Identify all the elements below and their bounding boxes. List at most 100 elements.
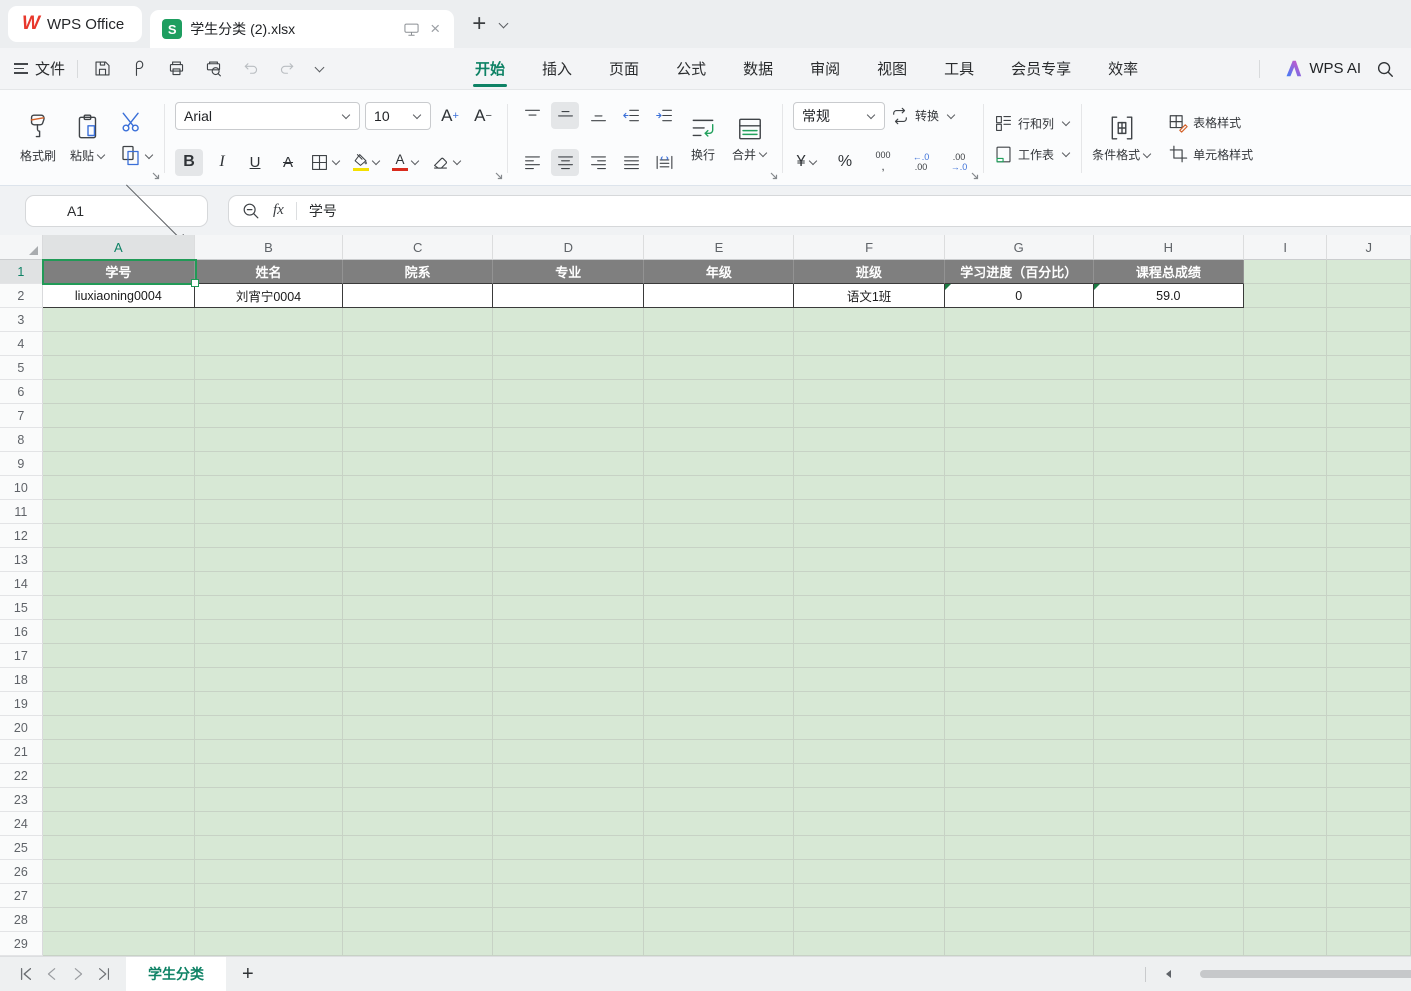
cell-C14[interactable] <box>343 572 493 596</box>
cell-B22[interactable] <box>195 764 343 788</box>
cut-button[interactable] <box>120 110 154 134</box>
cell-E2[interactable] <box>644 284 794 308</box>
cell-A27[interactable] <box>43 884 195 908</box>
cell-B27[interactable] <box>195 884 343 908</box>
column-header-B[interactable]: B <box>195 235 343 260</box>
align-top-button[interactable] <box>518 102 546 129</box>
row-header-3[interactable]: 3 <box>0 308 43 332</box>
cell-D12[interactable] <box>493 524 644 548</box>
cell-C27[interactable] <box>343 884 493 908</box>
cell-F13[interactable] <box>794 548 944 572</box>
cell-G16[interactable] <box>945 620 1094 644</box>
cell-A15[interactable] <box>43 596 195 620</box>
cell-I3[interactable] <box>1244 308 1328 332</box>
cell-A7[interactable] <box>43 404 195 428</box>
cell-A10[interactable] <box>43 476 195 500</box>
font-size-select[interactable]: 10 <box>365 102 431 130</box>
cell-H21[interactable] <box>1094 740 1244 764</box>
cell-B2[interactable]: 刘宵宁0004 <box>195 284 343 308</box>
cell-A21[interactable] <box>43 740 195 764</box>
column-header-A[interactable]: A <box>43 235 195 260</box>
cell-I22[interactable] <box>1244 764 1328 788</box>
cell-D2[interactable] <box>493 284 644 308</box>
justify-button[interactable] <box>617 149 645 176</box>
name-box-chevron-icon[interactable] <box>126 181 184 239</box>
cell-I25[interactable] <box>1244 836 1328 860</box>
search-icon[interactable] <box>1373 57 1397 81</box>
cell-J12[interactable] <box>1327 524 1411 548</box>
cell-C4[interactable] <box>343 332 493 356</box>
add-sheet-icon[interactable]: + <box>242 963 254 986</box>
cell-F18[interactable] <box>794 668 944 692</box>
tab-formula[interactable]: 公式 <box>676 49 706 88</box>
scroll-left-icon[interactable] <box>1164 969 1174 979</box>
cell-C23[interactable] <box>343 788 493 812</box>
cell-J28[interactable] <box>1327 908 1411 932</box>
cell-F4[interactable] <box>794 332 944 356</box>
cell-C26[interactable] <box>343 860 493 884</box>
merge-cells-button[interactable]: 合并 <box>728 115 772 163</box>
row-header-10[interactable]: 10 <box>0 476 43 500</box>
cell-B20[interactable] <box>195 716 343 740</box>
cell-B9[interactable] <box>195 452 343 476</box>
cell-I10[interactable] <box>1244 476 1328 500</box>
font-dialog-launcher-icon[interactable] <box>494 171 504 181</box>
tab-efficiency[interactable]: 效率 <box>1108 49 1138 88</box>
select-all-corner[interactable] <box>0 235 43 260</box>
cell-E6[interactable] <box>644 380 794 404</box>
cell-D14[interactable] <box>493 572 644 596</box>
cell-G26[interactable] <box>945 860 1094 884</box>
cell-D5[interactable] <box>493 356 644 380</box>
cell-D27[interactable] <box>493 884 644 908</box>
cell-C22[interactable] <box>343 764 493 788</box>
cell-F9[interactable] <box>794 452 944 476</box>
cell-H8[interactable] <box>1094 428 1244 452</box>
cell-B29[interactable] <box>195 932 343 956</box>
cell-C20[interactable] <box>343 716 493 740</box>
cell-B25[interactable] <box>195 836 343 860</box>
cell-D22[interactable] <box>493 764 644 788</box>
row-header-15[interactable]: 15 <box>0 596 43 620</box>
horizontal-scrollbar-thumb[interactable] <box>1200 970 1411 978</box>
cell-C17[interactable] <box>343 644 493 668</box>
cell-F20[interactable] <box>794 716 944 740</box>
row-header-1[interactable]: 1 <box>0 260 43 284</box>
cell-A2[interactable]: liuxiaoning0004 <box>43 284 195 308</box>
cell-D28[interactable] <box>493 908 644 932</box>
cell-I13[interactable] <box>1244 548 1328 572</box>
row-header-17[interactable]: 17 <box>0 644 43 668</box>
cell-I26[interactable] <box>1244 860 1328 884</box>
cell-I11[interactable] <box>1244 500 1328 524</box>
cell-I9[interactable] <box>1244 452 1328 476</box>
cell-B19[interactable] <box>195 692 343 716</box>
tab-list-chevron-icon[interactable] <box>499 18 509 28</box>
cell-J26[interactable] <box>1327 860 1411 884</box>
cell-H29[interactable] <box>1094 932 1244 956</box>
cell-E14[interactable] <box>644 572 794 596</box>
cell-G29[interactable] <box>945 932 1094 956</box>
cell-I28[interactable] <box>1244 908 1328 932</box>
cell-H17[interactable] <box>1094 644 1244 668</box>
cell-F7[interactable] <box>794 404 944 428</box>
cell-A6[interactable] <box>43 380 195 404</box>
cell-H18[interactable] <box>1094 668 1244 692</box>
cell-G14[interactable] <box>945 572 1094 596</box>
cell-E18[interactable] <box>644 668 794 692</box>
cell-H12[interactable] <box>1094 524 1244 548</box>
cell-A8[interactable] <box>43 428 195 452</box>
cell-J2[interactable] <box>1327 284 1411 308</box>
cell-B10[interactable] <box>195 476 343 500</box>
cell-G22[interactable] <box>945 764 1094 788</box>
sheet-tab-active[interactable]: 学生分类 <box>126 957 226 991</box>
cell-B3[interactable] <box>195 308 343 332</box>
cell-H6[interactable] <box>1094 380 1244 404</box>
row-header-21[interactable]: 21 <box>0 740 43 764</box>
cell-J14[interactable] <box>1327 572 1411 596</box>
cell-D18[interactable] <box>493 668 644 692</box>
cell-B12[interactable] <box>195 524 343 548</box>
tab-tools[interactable]: 工具 <box>944 49 974 88</box>
cell-D23[interactable] <box>493 788 644 812</box>
cell-H15[interactable] <box>1094 596 1244 620</box>
cell-H23[interactable] <box>1094 788 1244 812</box>
cell-F12[interactable] <box>794 524 944 548</box>
